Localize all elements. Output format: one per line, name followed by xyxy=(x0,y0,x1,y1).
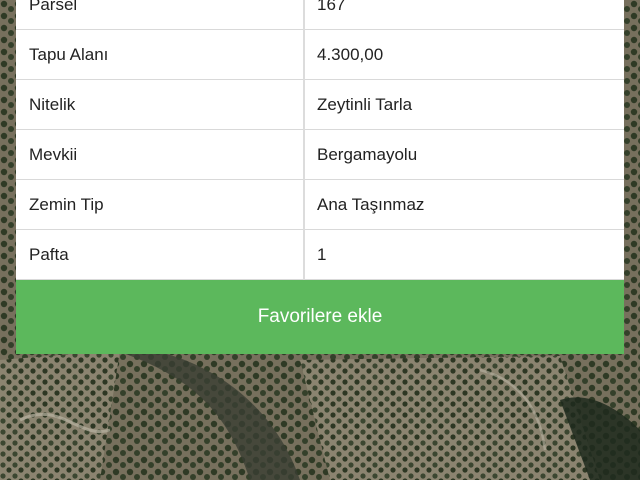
table-row: Zemin Tip Ana Taşınmaz xyxy=(16,179,624,230)
row-value: 1 xyxy=(304,229,624,280)
row-label: Zemin Tip xyxy=(16,179,305,230)
row-value: Zeytinli Tarla xyxy=(304,79,624,130)
row-label: Tapu Alanı xyxy=(16,29,305,80)
screen: Parsel 167 Tapu Alanı 4.300,00 Nitelik Z… xyxy=(0,0,640,480)
row-label: Pafta xyxy=(16,229,305,280)
row-value: 4.300,00 xyxy=(304,29,624,80)
row-value: Bergamayolu xyxy=(304,129,624,180)
table-row: Mevkii Bergamayolu xyxy=(16,129,624,180)
add-to-favorites-button[interactable]: Favorilere ekle xyxy=(16,280,624,354)
row-label: Nitelik xyxy=(16,79,305,130)
row-label: Mevkii xyxy=(16,129,305,180)
table-row: Nitelik Zeytinli Tarla xyxy=(16,79,624,130)
table-row: Parsel 167 xyxy=(16,0,624,30)
parcel-details-table: Parsel 167 Tapu Alanı 4.300,00 Nitelik Z… xyxy=(16,0,624,280)
parcel-info-panel: Parsel 167 Tapu Alanı 4.300,00 Nitelik Z… xyxy=(16,0,624,354)
table-row: Tapu Alanı 4.300,00 xyxy=(16,29,624,80)
table-row: Pafta 1 xyxy=(16,229,624,280)
row-value: 167 xyxy=(304,0,624,30)
row-label: Parsel xyxy=(16,0,305,30)
row-value: Ana Taşınmaz xyxy=(304,179,624,230)
